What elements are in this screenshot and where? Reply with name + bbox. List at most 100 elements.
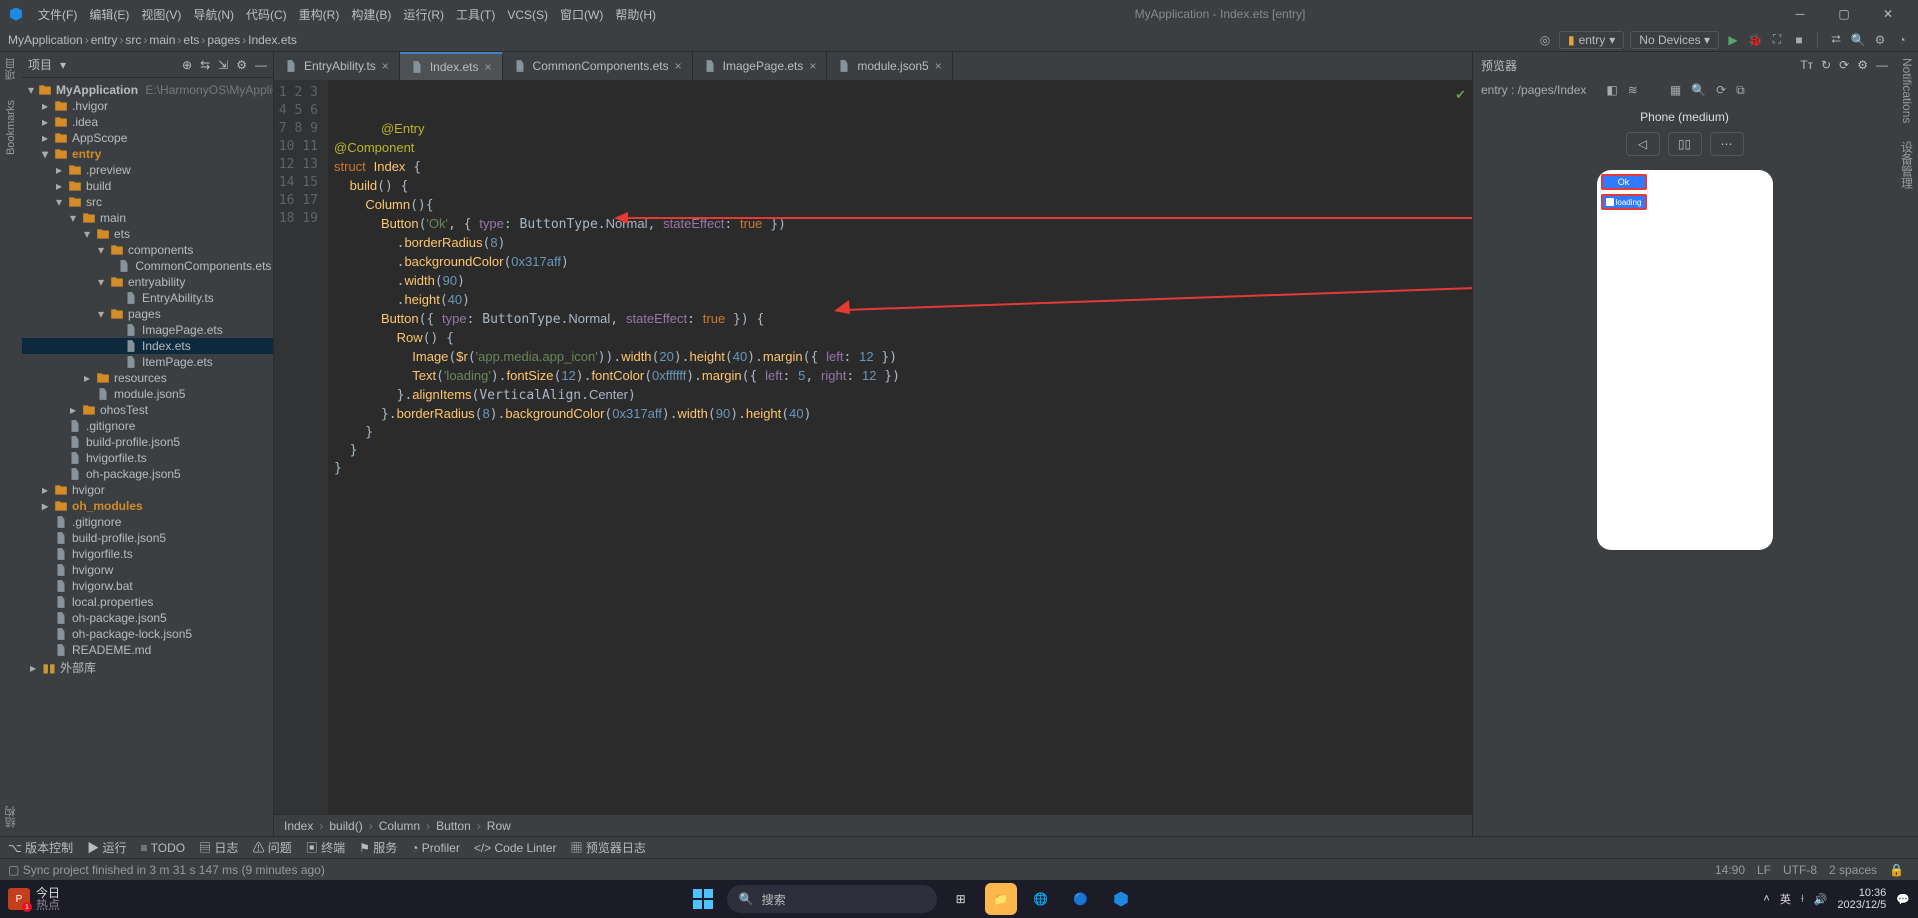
locate-icon[interactable]: ⊕ xyxy=(182,58,192,72)
tree-node[interactable]: build-profile.json5 xyxy=(22,434,273,450)
expand-icon[interactable]: ⇆ xyxy=(200,58,210,72)
bookmarks-tool-tab[interactable]: Bookmarks xyxy=(5,100,17,155)
menu-item[interactable]: 构建(B) xyxy=(345,8,397,22)
code-breadcrumb[interactable]: Index › build() › Column › Button › Row xyxy=(274,814,1472,836)
tree-node[interactable]: ▸.preview xyxy=(22,162,273,178)
stack-icon[interactable]: ≋ xyxy=(1628,83,1638,97)
tree-node[interactable]: ▸AppScope xyxy=(22,130,273,146)
tree-node[interactable]: ▾src xyxy=(22,194,273,210)
split-button[interactable]: ▯▯ xyxy=(1668,132,1702,156)
close-tab-icon[interactable]: × xyxy=(485,60,492,74)
notification-center-icon[interactable]: 💬 xyxy=(1896,893,1910,906)
close-tab-icon[interactable]: × xyxy=(382,59,389,73)
code-crumb-item[interactable]: Column xyxy=(379,819,420,833)
menu-item[interactable]: 视图(V) xyxy=(135,8,187,22)
tree-node[interactable]: ImagePage.ets xyxy=(22,322,273,338)
menu-item[interactable]: 运行(R) xyxy=(397,8,450,22)
debug-icon[interactable]: 🐞 xyxy=(1747,32,1763,48)
tree-node[interactable]: CommonComponents.ets xyxy=(22,258,273,274)
code-crumb-item[interactable]: Index xyxy=(284,819,313,833)
grid-icon[interactable]: ▦ xyxy=(1670,83,1681,97)
menu-item[interactable]: 帮助(H) xyxy=(609,8,662,22)
notifications-tab[interactable]: Notifications xyxy=(1900,58,1914,123)
hide-panel-icon[interactable]: — xyxy=(255,58,267,72)
breadcrumb-item[interactable]: ets xyxy=(183,33,199,47)
preview-loading-button[interactable]: loading xyxy=(1601,194,1647,210)
menu-item[interactable]: 导航(N) xyxy=(187,8,240,22)
tree-node[interactable]: EntryAbility.ts xyxy=(22,290,273,306)
tree-node[interactable]: oh-package-lock.json5 xyxy=(22,626,273,642)
bottom-tool-item[interactable]: ▶ 运行 xyxy=(87,839,126,856)
menu-item[interactable]: 工具(T) xyxy=(450,8,501,22)
code-crumb-item[interactable]: Button xyxy=(436,819,471,833)
taskbar-search[interactable]: 🔍 搜索 xyxy=(727,885,937,913)
powerpoint-icon[interactable]: P xyxy=(8,888,30,910)
tree-node[interactable]: ▸hvigor xyxy=(22,482,273,498)
target-icon[interactable]: ◎ xyxy=(1537,32,1553,48)
code-crumb-item[interactable]: build() xyxy=(329,819,362,833)
breadcrumb-item[interactable]: MyApplication xyxy=(8,33,83,47)
tree-ext-libs[interactable]: ▸▮▮外部库 xyxy=(22,658,273,677)
editor-tab[interactable]: EntryAbility.ts× xyxy=(274,52,400,80)
minimize-button[interactable]: ─ xyxy=(1778,0,1822,28)
back-button[interactable]: ◁ xyxy=(1626,132,1660,156)
breadcrumb-item[interactable]: pages xyxy=(207,33,240,47)
close-tab-icon[interactable]: × xyxy=(935,59,942,73)
rotate-icon[interactable]: ⟳ xyxy=(1839,58,1849,72)
tree-node[interactable]: hvigorfile.ts xyxy=(22,546,273,562)
menu-item[interactable]: 文件(F) xyxy=(32,8,83,22)
tree-node[interactable]: ▾ets xyxy=(22,226,273,242)
editor-tab[interactable]: ImagePage.ets× xyxy=(693,52,828,80)
caret-position[interactable]: 14:90 xyxy=(1709,863,1751,877)
tray-chevron-icon[interactable]: ˄ xyxy=(1763,893,1769,905)
deveco-icon[interactable] xyxy=(1105,883,1137,915)
code-crumb-item[interactable]: Row xyxy=(487,819,511,833)
bottom-tool-item[interactable]: ⌥ 版本控制 xyxy=(8,839,73,856)
menu-item[interactable]: 窗口(W) xyxy=(554,8,609,22)
profiler-icon[interactable]: ◔ xyxy=(1894,32,1910,48)
collapse-icon[interactable]: ⇲ xyxy=(218,58,228,72)
date[interactable]: 2023/12/5 xyxy=(1837,899,1886,911)
tree-node[interactable]: hvigorw xyxy=(22,562,273,578)
git-icon[interactable]: ⮂ xyxy=(1828,32,1844,48)
bottom-tool-item[interactable]: ⚠ 问题 xyxy=(252,839,291,856)
bottom-tool-item[interactable]: ▦ 预览器日志 xyxy=(571,839,646,856)
structure-tool-tab[interactable]: 结构 xyxy=(3,806,19,828)
text-scale-icon[interactable]: Tᴛ xyxy=(1800,58,1813,72)
tree-node[interactable]: ▸oh_modules xyxy=(22,498,273,514)
close-tab-icon[interactable]: × xyxy=(809,59,816,73)
tree-node[interactable]: ItemPage.ets xyxy=(22,354,273,370)
hide-panel-icon[interactable]: — xyxy=(1876,58,1888,72)
preview-ok-button[interactable]: Ok xyxy=(1601,174,1647,190)
search-icon[interactable]: 🔍 xyxy=(1850,32,1866,48)
menu-item[interactable]: 重构(R) xyxy=(293,8,346,22)
more-button[interactable]: ⋯ xyxy=(1710,132,1744,156)
breadcrumb-item[interactable]: Index.ets xyxy=(248,33,297,47)
run-config-selector[interactable]: ▮entry▾ xyxy=(1559,31,1624,49)
refresh-icon[interactable]: ↻ xyxy=(1821,58,1831,72)
edge-icon[interactable]: 🌐 xyxy=(1025,883,1057,915)
close-tab-icon[interactable]: × xyxy=(675,59,682,73)
bottom-tool-item[interactable]: ≡ TODO xyxy=(141,841,186,855)
tree-node[interactable]: ▾components xyxy=(22,242,273,258)
project-tool-tab[interactable]: 项目 xyxy=(3,58,19,80)
tree-node[interactable]: ▸.hvigor xyxy=(22,98,273,114)
editor-tab[interactable]: CommonComponents.ets× xyxy=(503,52,693,80)
tree-node[interactable]: ▾entryability xyxy=(22,274,273,290)
tree-node[interactable]: Index.ets xyxy=(22,338,273,354)
menu-item[interactable]: VCS(S) xyxy=(501,8,554,22)
tree-node[interactable]: ▾pages xyxy=(22,306,273,322)
tree-node[interactable]: .gitignore xyxy=(22,418,273,434)
coverage-icon[interactable]: ⛶ xyxy=(1769,32,1785,48)
tree-node[interactable]: oh-package.json5 xyxy=(22,466,273,482)
tree-node[interactable]: ▾entry xyxy=(22,146,273,162)
breadcrumb-item[interactable]: main xyxy=(149,33,175,47)
indent[interactable]: 2 spaces xyxy=(1823,863,1883,877)
bottom-tool-item[interactable]: </> Code Linter xyxy=(474,841,557,855)
tree-node[interactable]: build-profile.json5 xyxy=(22,530,273,546)
tree-node[interactable]: local.properties xyxy=(22,594,273,610)
tree-root[interactable]: ▾MyApplication E:\HarmonyOS\MyApplicatio… xyxy=(22,82,273,98)
tree-node[interactable]: ▸ohosTest xyxy=(22,402,273,418)
explorer-icon[interactable]: 📁 xyxy=(985,883,1017,915)
device-selector[interactable]: No Devices ▾ xyxy=(1630,31,1719,49)
